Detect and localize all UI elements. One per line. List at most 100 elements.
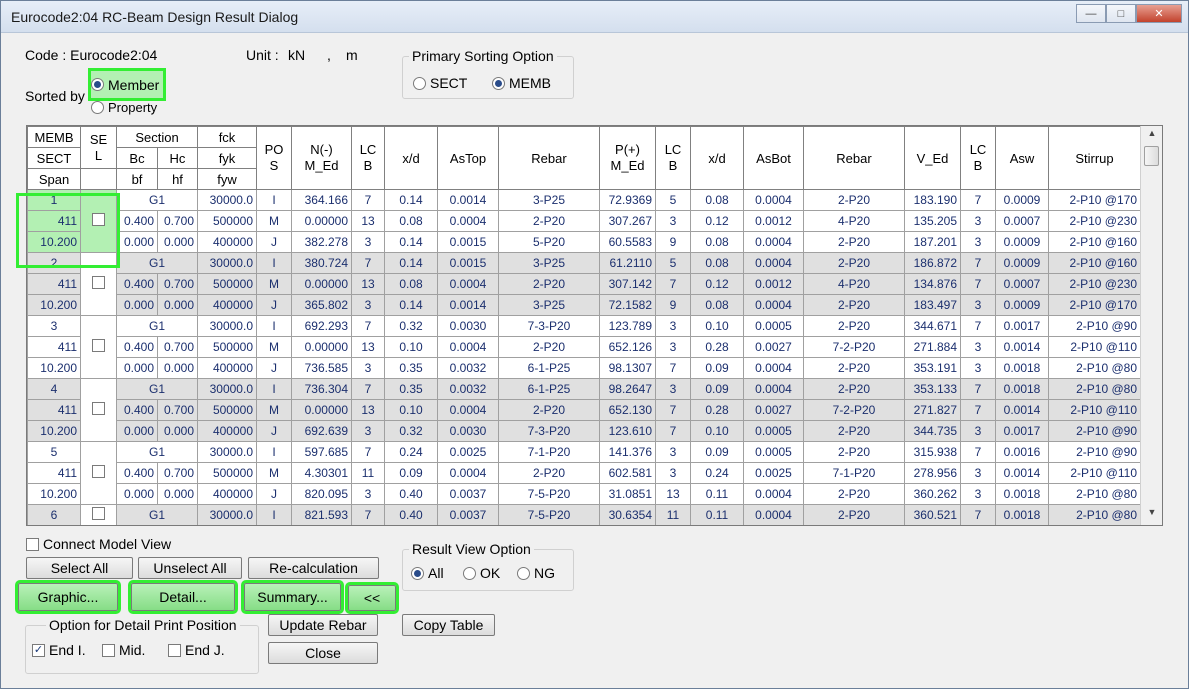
table-row[interactable]: 1 G1 30000.0 I 364.166 7 0.14 0.0014 3-P25 72.936… bbox=[27, 189, 1141, 253]
result-ok-radio[interactable]: OK bbox=[463, 565, 500, 581]
scroll-up-icon[interactable]: ▲ bbox=[1141, 128, 1162, 144]
header-bf[interactable]: bf bbox=[116, 168, 158, 190]
header-p-med[interactable]: P(+) M_Ed bbox=[599, 126, 656, 190]
cell-ved: 360.521 bbox=[904, 504, 961, 525]
cell-fck: 400000 bbox=[197, 483, 257, 505]
header-fyw[interactable]: fyw bbox=[197, 168, 257, 190]
minimize-button[interactable]: — bbox=[1076, 4, 1106, 23]
table-row[interactable]: 411 0.400 0.700 500000 M 0.00000 13 0.08 0.0004 2… bbox=[27, 273, 1141, 295]
cell-astop: 0.0004 bbox=[437, 210, 499, 232]
header-sect[interactable]: SECT bbox=[27, 147, 81, 169]
select-checkbox[interactable] bbox=[92, 465, 105, 478]
result-all-radio[interactable]: All bbox=[411, 565, 444, 581]
sort-property-radio[interactable]: Property bbox=[91, 100, 157, 115]
select-checkbox[interactable] bbox=[92, 276, 105, 289]
header-fck[interactable]: fck bbox=[197, 126, 257, 148]
connect-model-view-label: Connect Model View bbox=[43, 536, 172, 552]
cell-n-med: 0.00000 bbox=[291, 273, 352, 295]
cell-lcb: 3 bbox=[351, 483, 385, 505]
design-result-grid[interactable]: MEMB SE L Section fck PO S N(-) M_Ed LC … bbox=[26, 125, 1163, 526]
cell-hf: 0.000 bbox=[157, 294, 198, 316]
cell-rebar: 7-1-P20 bbox=[803, 462, 905, 484]
header-lcb-shear[interactable]: LC B bbox=[960, 126, 996, 190]
scroll-thumb[interactable] bbox=[1144, 146, 1159, 166]
table-row[interactable]: 10.200 0.000 0.000 400000 J 820.095 3 0.40 0.003… bbox=[27, 483, 1141, 505]
header-asbot[interactable]: AsBot bbox=[743, 126, 804, 190]
select-checkbox[interactable] bbox=[92, 213, 105, 226]
cell-pos: I bbox=[256, 378, 292, 400]
title-bar[interactable]: Eurocode2:04 RC-Beam Design Result Dialo… bbox=[1, 1, 1188, 33]
cell-pos: I bbox=[256, 315, 292, 337]
maximize-button[interactable]: □ bbox=[1106, 4, 1136, 23]
cell-span: 10.200 bbox=[27, 294, 81, 316]
header-stirrup[interactable]: Stirrup bbox=[1048, 126, 1141, 190]
header-section[interactable]: Section bbox=[116, 126, 198, 148]
copy-table-button[interactable]: Copy Table bbox=[402, 614, 495, 636]
grid-vertical-scrollbar[interactable]: ▲ ▼ bbox=[1140, 126, 1162, 525]
table-header: MEMB SE L Section fck PO S N(-) M_Ed LC … bbox=[27, 126, 1141, 190]
table-row[interactable]: 2 G1 30000.0 I 380.724 7 0.14 0.0015 3-P25 61.211… bbox=[27, 252, 1141, 316]
table-row[interactable]: 411 0.400 0.700 500000 M 0.00000 13 0.08 0.0004 2… bbox=[27, 210, 1141, 232]
table-row[interactable]: 4 G1 30000.0 I 736.304 7 0.35 0.0032 6-1-P25 98.2… bbox=[27, 378, 1141, 442]
summary-button[interactable]: Summary... bbox=[241, 580, 344, 614]
detail-button[interactable]: Detail... bbox=[128, 580, 238, 614]
checkbox-off-icon bbox=[102, 643, 115, 657]
table-row[interactable]: 3 G1 30000.0 I 692.293 7 0.32 0.0030 7-3-P20 123.… bbox=[27, 315, 1141, 379]
select-checkbox[interactable] bbox=[92, 402, 105, 415]
header-ved[interactable]: V_Ed bbox=[904, 126, 961, 190]
table-row[interactable]: 10.200 0.000 0.000 400000 J 736.585 3 0.35 0.003… bbox=[27, 357, 1141, 379]
header-lcb-top[interactable]: LC B bbox=[351, 126, 385, 190]
table-row[interactable]: 10.200 0.000 0.000 400000 J 692.639 3 0.32 0.003… bbox=[27, 420, 1141, 442]
recalculation-button[interactable]: Re-calculation bbox=[248, 557, 379, 579]
update-rebar-button[interactable]: Update Rebar bbox=[268, 614, 378, 636]
mid-checkbox[interactable]: Mid. bbox=[102, 642, 145, 658]
table-row[interactable]: 411 0.400 0.700 500000 M 0.00000 13 0.10 0.0004 2… bbox=[27, 399, 1141, 421]
header-rebar-top[interactable]: Rebar bbox=[498, 126, 600, 190]
result-ng-radio[interactable]: NG bbox=[517, 565, 555, 581]
table-row[interactable]: 10.200 0.000 0.000 400000 J 365.802 3 0.14 0.001… bbox=[27, 294, 1141, 316]
cell-lcb: 9 bbox=[655, 294, 691, 316]
header-sel[interactable]: SE L bbox=[80, 126, 117, 169]
table-row[interactable]: 411 0.400 0.700 500000 M 4.30301 11 0.09 0.0004 2… bbox=[27, 462, 1141, 484]
scroll-down-icon[interactable]: ▼ bbox=[1141, 507, 1162, 523]
header-xd-top[interactable]: x/d bbox=[384, 126, 438, 190]
header-xd-bot[interactable]: x/d bbox=[690, 126, 744, 190]
connect-model-view-checkbox[interactable]: Connect Model View bbox=[26, 536, 171, 552]
header-hc[interactable]: Hc bbox=[157, 147, 198, 169]
header-bc[interactable]: Bc bbox=[116, 147, 158, 169]
cell-xd: 0.28 bbox=[690, 399, 744, 421]
unselect-all-button[interactable]: Unselect All bbox=[138, 557, 242, 579]
header-rebar-bot[interactable]: Rebar bbox=[803, 126, 905, 190]
end-j-checkbox[interactable]: End J. bbox=[168, 642, 225, 658]
sort-memb-radio[interactable]: MEMB bbox=[492, 75, 551, 91]
sort-member-radio[interactable]: Member bbox=[87, 68, 167, 101]
cell-fck: 500000 bbox=[197, 210, 257, 232]
header-n-med[interactable]: N(-) M_Ed bbox=[291, 126, 352, 190]
table-row[interactable]: 10.200 0.000 0.000 400000 J 382.278 3 0.14 0.001… bbox=[27, 231, 1141, 253]
cell-bc: 0.400 bbox=[116, 399, 158, 421]
header-lcb-bot[interactable]: LC B bbox=[655, 126, 691, 190]
table-row[interactable]: 6 G1 30000.0 I 821.593 7 0.40 0.0037 7-5-P20 30.6… bbox=[27, 504, 1141, 525]
select-all-button[interactable]: Select All bbox=[26, 557, 133, 579]
header-asw[interactable]: Asw bbox=[995, 126, 1049, 190]
header-astop[interactable]: AsTop bbox=[437, 126, 499, 190]
header-pos[interactable]: PO S bbox=[256, 126, 292, 190]
table-row[interactable]: 5 G1 30000.0 I 597.685 7 0.24 0.0025 7-1-P20 141.… bbox=[27, 441, 1141, 505]
sort-sect-radio[interactable]: SECT bbox=[413, 75, 467, 91]
cell-p-med: 30.6354 bbox=[599, 504, 656, 525]
header-memb[interactable]: MEMB bbox=[27, 126, 81, 148]
code-label: Code : Eurocode2:04 bbox=[25, 47, 158, 63]
close-window-button[interactable]: ✕ bbox=[1136, 4, 1182, 23]
header-span[interactable]: Span bbox=[27, 168, 81, 190]
header-fyk[interactable]: fyk bbox=[197, 147, 257, 169]
cell-stirrup: 2-P10 @110 bbox=[1048, 336, 1141, 358]
header-hf[interactable]: hf bbox=[157, 168, 198, 190]
radio-off-icon bbox=[91, 101, 104, 114]
table-row[interactable]: 411 0.400 0.700 500000 M 0.00000 13 0.10 0.0004 2… bbox=[27, 336, 1141, 358]
select-checkbox[interactable] bbox=[92, 339, 105, 352]
select-checkbox[interactable] bbox=[92, 507, 105, 520]
graphic-button[interactable]: Graphic... bbox=[15, 580, 121, 614]
close-button[interactable]: Close bbox=[268, 642, 378, 664]
collapse-button[interactable]: << bbox=[345, 582, 399, 614]
end-i-checkbox[interactable]: ✓ End I. bbox=[32, 642, 86, 658]
